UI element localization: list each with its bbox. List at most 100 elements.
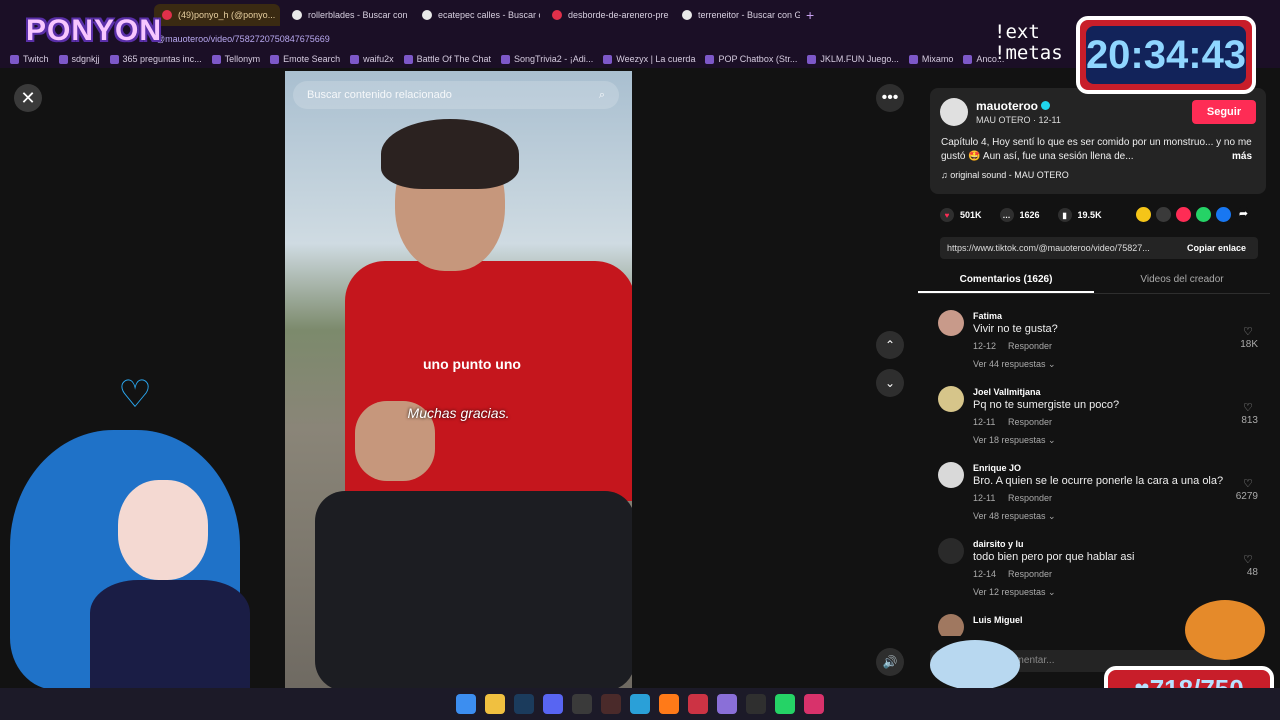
obs-icon[interactable]: [746, 694, 766, 714]
share-buttons: ➦: [1136, 207, 1251, 222]
panel-tabs: Comentarios (1626) Videos del creador: [918, 268, 1270, 294]
windows-icon[interactable]: [456, 694, 476, 714]
tab-terreneitor[interactable]: terreneitor - Buscar con G: [674, 4, 800, 26]
search-placeholder: Buscar contenido relacionado: [307, 89, 452, 101]
commenter-avatar[interactable]: [938, 310, 964, 336]
facebook-icon[interactable]: [1216, 207, 1231, 222]
firefox-icon[interactable]: [659, 694, 679, 714]
video-player[interactable]: uno punto uno Buscar contenido relaciona…: [285, 71, 632, 688]
twitch-icon: [10, 54, 19, 64]
bookmark-icon: [705, 54, 715, 64]
heart-icon: ♥: [940, 208, 954, 222]
view-replies-button[interactable]: Ver 12 respuestas ⌄: [973, 587, 1056, 598]
ponyon-logo: PONYON: [26, 14, 163, 47]
steam-icon[interactable]: [514, 694, 534, 714]
comment-heart-icon[interactable]: ♡: [1243, 401, 1253, 414]
video-link-field[interactable]: https://www.tiktok.com/@mauoteroo/video/…: [940, 237, 1258, 259]
commenter-name[interactable]: Luis Miguel: [973, 615, 1023, 625]
chat-commands: !ext !metas: [994, 22, 1063, 64]
commenter-name[interactable]: Enrique JO: [973, 463, 1021, 473]
search-icon[interactable]: ⌕: [599, 89, 605, 102]
comment-date: 12-14: [973, 569, 997, 579]
bookmark-365[interactable]: 365 preguntas inc...: [109, 54, 202, 64]
next-video-button[interactable]: ⌄: [876, 369, 904, 397]
vtuber-face: [118, 480, 208, 580]
more-options-button[interactable]: •••: [876, 84, 904, 112]
folder-icon[interactable]: [485, 694, 505, 714]
volume-button[interactable]: 🔊: [876, 648, 904, 676]
author-username[interactable]: mauoteroo: [976, 99, 1051, 113]
tab-creator-videos[interactable]: Videos del creador: [1094, 268, 1270, 293]
new-tab-button[interactable]: +: [806, 7, 814, 23]
embed-icon[interactable]: [1156, 207, 1171, 222]
comment-heart-icon[interactable]: ♡: [1243, 477, 1253, 490]
tiktok-tab-icon: [162, 10, 172, 20]
bookmark-emote-search[interactable]: Emote Search: [270, 54, 340, 64]
tab-ecatepec[interactable]: ecatepec calles - Buscar c: [414, 4, 540, 26]
tiktok-live-icon[interactable]: [804, 694, 824, 714]
tab-comments[interactable]: Comentarios (1626): [918, 268, 1094, 293]
volume-icon: 🔊: [882, 655, 898, 669]
like-button[interactable]: ♥ 501K: [940, 208, 982, 222]
visual-studio-icon[interactable]: [717, 694, 737, 714]
save-button[interactable]: ▮ 19.5K: [1057, 208, 1102, 222]
coin-icon[interactable]: [1136, 207, 1151, 222]
sound-link[interactable]: ♫ original sound - MAU OTERO: [941, 170, 1069, 180]
app-icon[interactable]: [601, 694, 621, 714]
comment-heart-icon[interactable]: ♡: [1243, 553, 1253, 566]
tab-ponyo[interactable]: (49)ponyo_h (@ponyo...: [154, 4, 280, 26]
heart-ahoge-icon: ♡: [118, 374, 153, 416]
whatsapp-icon[interactable]: [1196, 207, 1211, 222]
bookmark-sdgnkjj[interactable]: sdgnkjj: [58, 54, 100, 64]
comment-icon: …: [999, 208, 1014, 222]
previous-video-button[interactable]: ⌃: [876, 331, 904, 359]
commenter-name[interactable]: Fatima: [973, 311, 1002, 321]
reply-button[interactable]: Responder: [1008, 569, 1052, 579]
view-replies-button[interactable]: Ver 18 respuestas ⌄: [973, 435, 1056, 446]
whatsapp-icon[interactable]: [775, 694, 795, 714]
reply-button[interactable]: Responder: [1008, 417, 1052, 427]
commenter-avatar[interactable]: [938, 386, 964, 412]
bookmark-jklm[interactable]: JKLM.FUN Juego...: [807, 54, 899, 64]
commenter-avatar[interactable]: [938, 462, 964, 488]
bookmark-mixamo[interactable]: Mixamo: [908, 54, 953, 64]
folder-icon: [403, 54, 413, 64]
bookmark-battle-of-the-chat[interactable]: Battle Of The Chat: [403, 54, 491, 64]
description-more-link[interactable]: más: [1232, 151, 1252, 162]
reply-button[interactable]: Responder: [1008, 341, 1052, 351]
bookmark-waifu2x[interactable]: waifu2x: [350, 54, 394, 64]
comment-button[interactable]: … 1626: [999, 208, 1040, 222]
commenter-name[interactable]: dairsito y lu: [973, 539, 1024, 549]
vpn-icon[interactable]: [688, 694, 708, 714]
bookmark-songtrivia[interactable]: SongTrivia2 - ¡Adi...: [501, 54, 593, 64]
commenter-avatar[interactable]: [938, 538, 964, 564]
commenter-name[interactable]: Joel Vallmitjana: [973, 387, 1041, 397]
bookmark-icon: [963, 54, 973, 64]
edge-icon[interactable]: [630, 694, 650, 714]
openai-icon[interactable]: [572, 694, 592, 714]
details-panel: mauoteroo MAU OTERO · 12-11 Seguir Capít…: [918, 68, 1270, 688]
windows-taskbar: [0, 688, 1280, 720]
bookmark-twitch[interactable]: Twitch: [10, 54, 49, 64]
follow-button[interactable]: Seguir: [1192, 100, 1256, 124]
reply-button[interactable]: Responder: [1008, 493, 1052, 503]
commenter-avatar[interactable]: [938, 614, 964, 636]
author-avatar[interactable]: [940, 98, 968, 126]
discord-icon[interactable]: [543, 694, 563, 714]
bookmark-icon: [109, 54, 119, 64]
more-icon: •••: [881, 89, 899, 106]
related-search-input[interactable]: Buscar contenido relacionado ⌕: [293, 81, 619, 109]
close-button[interactable]: ✕: [14, 84, 42, 112]
bookmark-pop-chatbox[interactable]: POP Chatbox (Str...: [705, 54, 797, 64]
view-replies-button[interactable]: Ver 48 respuestas ⌄: [973, 511, 1056, 522]
tab-rollerblades[interactable]: rollerblades - Buscar con G: [284, 4, 410, 26]
bookmark-tellonym[interactable]: Tellonym: [211, 54, 260, 64]
tab-desborde[interactable]: desborde-de-arenero-pre: [544, 4, 670, 26]
share-icon[interactable]: ➦: [1236, 207, 1251, 222]
send-icon[interactable]: [1176, 207, 1191, 222]
bookmark-weezyx[interactable]: Weezyx | La cuerda: [603, 54, 695, 64]
copy-link-button[interactable]: Copiar enlace: [1187, 243, 1246, 253]
view-replies-button[interactable]: Ver 44 respuestas ⌄: [973, 359, 1056, 370]
comment-heart-icon[interactable]: ♡: [1243, 325, 1253, 338]
post-description: Capítulo 4, Hoy sentí lo que es ser comi…: [941, 137, 1252, 162]
